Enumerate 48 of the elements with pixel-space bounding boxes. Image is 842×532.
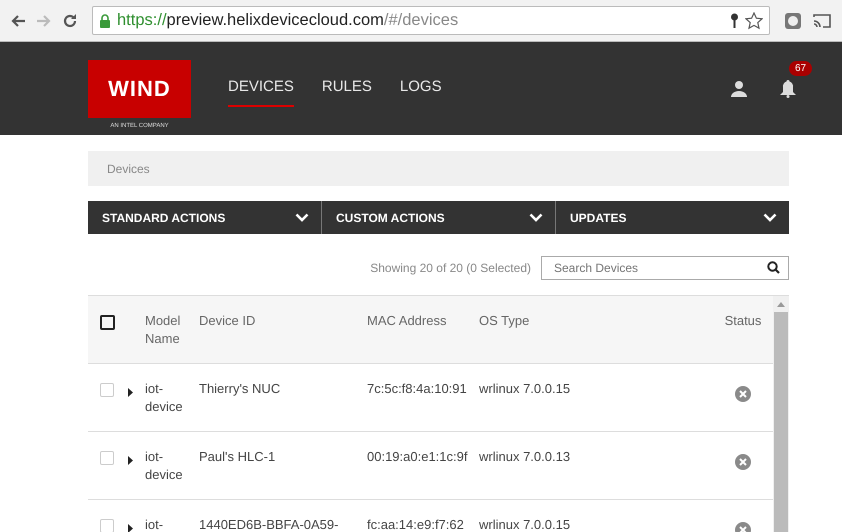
row-checkbox[interactable] xyxy=(100,383,114,397)
table-cell-text: 00:19:a0:e1:1c:9f xyxy=(367,448,468,466)
table-cell-text: fc:aa:14:e9:f7:62 xyxy=(367,516,465,532)
wind-logo[interactable]: WIND xyxy=(88,60,191,118)
cast-icon[interactable] xyxy=(812,12,832,28)
chevron-icon xyxy=(295,213,309,222)
url-text: https://preview.helixdevicecloud.com/#/devices xyxy=(117,11,458,30)
select-all-checkbox[interactable] xyxy=(100,315,115,330)
table-cell-text: Thierry's NUC xyxy=(199,380,282,398)
table-cell-text: 1440ED6B-BBFA-0A59- xyxy=(199,516,340,532)
row-checkbox[interactable] xyxy=(100,451,114,465)
extension-icon[interactable] xyxy=(784,12,802,30)
bell-icon[interactable] xyxy=(779,79,797,98)
scrollbar[interactable] xyxy=(773,296,789,532)
chevron-icon xyxy=(763,213,777,222)
column-header[interactable]: Device ID xyxy=(199,312,367,330)
search-icon[interactable] xyxy=(767,260,780,274)
reload-icon[interactable] xyxy=(62,12,78,28)
nav-tab[interactable]: DEVICES xyxy=(228,70,294,107)
table-cell-text: 7c:5c:f8:4a:10:91 xyxy=(367,380,468,398)
nav-tab[interactable]: LOGS xyxy=(400,70,442,107)
expand-icon[interactable] xyxy=(128,524,133,532)
expand-icon[interactable] xyxy=(128,388,133,397)
column-header[interactable]: Status xyxy=(713,312,773,330)
chevron-icon xyxy=(529,213,543,222)
back-icon[interactable] xyxy=(10,14,26,28)
table-cell-text: iot-device xyxy=(145,380,184,416)
row-checkbox[interactable] xyxy=(100,519,114,532)
selection-summary: Showing 20 of 20 (0 Selected) xyxy=(370,260,531,274)
column-header[interactable]: OS Type xyxy=(479,312,713,330)
user-icon[interactable] xyxy=(731,80,747,97)
address-bar[interactable]: https://preview.helixdevicecloud.com/#/devices xyxy=(92,6,770,35)
search-field[interactable]: Search Devices xyxy=(541,256,789,280)
star-icon[interactable] xyxy=(745,12,763,30)
offline-status-icon xyxy=(735,386,751,402)
table-cell-text: wrlinux 7.0.0.13 xyxy=(479,448,572,466)
lock-icon xyxy=(99,14,111,28)
table-cell-text: Paul's HLC-1 xyxy=(199,448,276,466)
offline-status-icon xyxy=(735,454,751,470)
table-cell-text: wrlinux 7.0.0.15 xyxy=(479,380,572,398)
notification-badge: 67 xyxy=(789,61,812,76)
expand-icon[interactable] xyxy=(128,456,133,465)
column-header[interactable]: Model Name xyxy=(145,312,197,348)
table-cell-text: iot-device xyxy=(145,448,184,484)
nav-tab[interactable]: RULES xyxy=(322,70,372,107)
column-header[interactable]: MAC Address xyxy=(367,312,479,330)
table-cell-text: iot- xyxy=(145,516,164,532)
table-cell-text: wrlinux 7.0.0.15 xyxy=(479,516,572,532)
